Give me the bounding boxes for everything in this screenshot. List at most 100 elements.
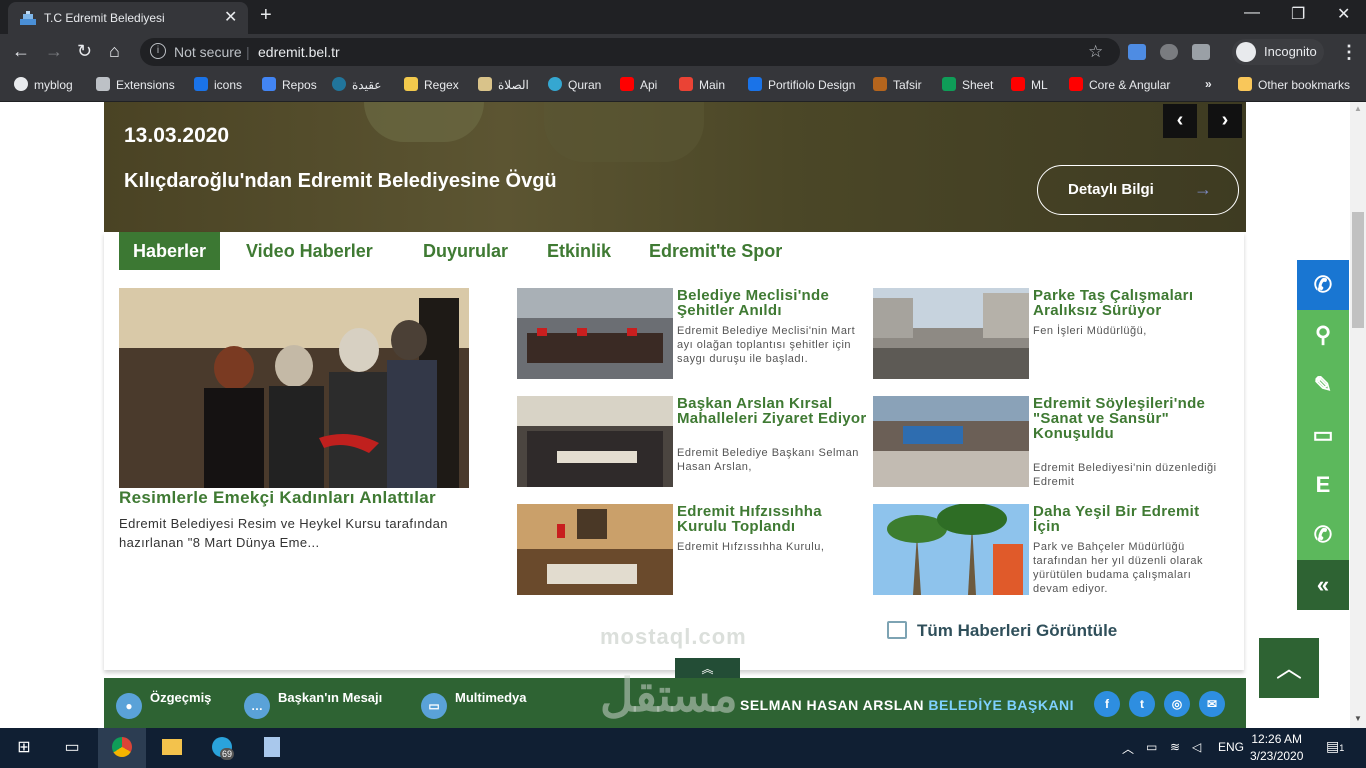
tab-edremit-spor[interactable]: Edremit'te Spor bbox=[649, 232, 782, 270]
new-tab-icon[interactable]: + bbox=[260, 4, 272, 27]
news-item[interactable]: Edremit Söyleşileri'nde "Sanat ve Sansür… bbox=[873, 396, 1223, 488]
scrollbar-thumb[interactable] bbox=[1352, 212, 1364, 328]
minimize-icon[interactable]: — bbox=[1244, 4, 1260, 22]
tab-title: T.C Edremit Belediyesi bbox=[44, 11, 165, 25]
menu-kebab-icon[interactable]: ⋮ bbox=[1340, 42, 1358, 63]
reload-icon[interactable]: ↻ bbox=[77, 41, 92, 62]
back-icon[interactable]: ← bbox=[12, 41, 30, 62]
collapse-sidebar-icon[interactable]: « bbox=[1297, 560, 1349, 610]
bookmark-item[interactable]: Api bbox=[620, 77, 657, 92]
language-indicator[interactable]: ENG bbox=[1218, 740, 1244, 754]
bookmark-item[interactable]: Quran bbox=[548, 77, 601, 92]
ublock-extension-icon[interactable] bbox=[1160, 44, 1178, 60]
detail-button[interactable]: Detaylı Bilgi → bbox=[1037, 165, 1239, 215]
notification-icon[interactable]: ▤1 bbox=[1326, 738, 1344, 755]
search-icon[interactable]: ⚲ bbox=[1297, 310, 1349, 360]
payment-card-icon[interactable]: ▭ bbox=[1297, 410, 1349, 460]
bookmark-item[interactable]: Core & Angular bbox=[1069, 77, 1170, 92]
bookmark-item[interactable]: Tafsir bbox=[873, 77, 922, 92]
bookmark-item[interactable]: Sheet bbox=[942, 77, 993, 92]
show-hidden-icons[interactable]: ︿ bbox=[1122, 740, 1134, 757]
more-bookmarks-button[interactable]: » bbox=[1205, 77, 1212, 91]
featured-news-title[interactable]: Resimlerle Emekçi Kadınları Anlattılar bbox=[119, 488, 436, 508]
bookmark-item[interactable]: myblog bbox=[14, 77, 73, 92]
bookmark-item[interactable]: Extensions bbox=[96, 77, 175, 92]
scroll-up-icon[interactable]: ▲ bbox=[1354, 104, 1362, 113]
e-municipality-icon[interactable]: E bbox=[1297, 460, 1349, 510]
tab-haberler[interactable]: Haberler bbox=[119, 232, 221, 270]
hero-image-detail bbox=[544, 102, 704, 162]
hero-image-detail bbox=[364, 102, 484, 142]
hero-date: 13.03.2020 bbox=[124, 124, 230, 147]
all-news-link[interactable]: Tüm Haberleri Görüntüle bbox=[887, 621, 1117, 641]
facebook-icon[interactable]: f bbox=[1094, 691, 1120, 717]
scroll-down-icon[interactable]: ▼ bbox=[1354, 714, 1362, 723]
incognito-badge[interactable]: Incognito bbox=[1232, 39, 1324, 65]
bookmark-item[interactable]: Repos bbox=[262, 77, 317, 92]
windows-start-icon[interactable]: ⊞ bbox=[0, 728, 48, 768]
news-item[interactable]: Belediye Meclisi'nde Şehitler Anıldı Edr… bbox=[517, 288, 867, 380]
footer-link-multimedya[interactable]: ▭Multimedya bbox=[421, 690, 527, 719]
news-title: Edremit Söyleşileri'nde "Sanat ve Sansür… bbox=[1033, 395, 1206, 442]
bookmark-item[interactable]: الصلاة bbox=[478, 77, 529, 92]
task-view-icon[interactable]: ▭ bbox=[48, 728, 96, 768]
slider-next-button[interactable]: › bbox=[1208, 104, 1242, 138]
tab-video-haberler[interactable]: Video Haberler bbox=[246, 232, 373, 270]
bookmark-item[interactable]: Regex bbox=[404, 77, 459, 92]
extension-icon[interactable] bbox=[1192, 44, 1210, 60]
mayor-name: SELMAN HASAN ARSLAN bbox=[740, 697, 924, 713]
browser-tab[interactable]: T.C Edremit Belediyesi ✕ bbox=[8, 2, 248, 34]
telegram-icon[interactable]: 69 bbox=[198, 728, 246, 768]
volume-icon[interactable]: ◁ bbox=[1192, 740, 1201, 754]
news-title: Parke Taş Çalışmaları Aralıksız Sürüyor bbox=[1033, 287, 1194, 319]
system-clock[interactable]: 12:26 AM 3/23/2020 bbox=[1250, 731, 1303, 765]
forward-icon[interactable]: → bbox=[45, 41, 63, 62]
slider-prev-button[interactable]: ‹ bbox=[1163, 104, 1197, 138]
close-window-icon[interactable]: ✕ bbox=[1337, 4, 1350, 24]
notepad-icon[interactable] bbox=[248, 728, 296, 768]
bookmark-item[interactable]: Portifiolo Design bbox=[748, 77, 855, 92]
tab-duyurular[interactable]: Duyurular bbox=[423, 232, 508, 270]
translate-extension-icon[interactable] bbox=[1128, 44, 1146, 60]
news-item[interactable]: Parke Taş Çalışmaları Aralıksız Sürüyor … bbox=[873, 288, 1223, 380]
news-section: Haberler Video Haberler Duyurular Etkinl… bbox=[104, 232, 1244, 670]
browser-titlebar: T.C Edremit Belediyesi ✕ + — ❐ ✕ bbox=[0, 0, 1366, 34]
bookmark-star-icon[interactable]: ☆ bbox=[1088, 42, 1103, 62]
incognito-icon bbox=[1236, 42, 1256, 62]
info-icon[interactable]: i bbox=[150, 43, 166, 59]
home-icon[interactable]: ⌂ bbox=[109, 41, 120, 62]
bookmark-item[interactable]: عقيدة bbox=[332, 77, 381, 92]
other-bookmarks-folder[interactable]: Other bookmarks bbox=[1238, 77, 1350, 92]
whatsapp-icon[interactable]: ✆ bbox=[1297, 510, 1349, 560]
address-bar[interactable]: i Not secure | edremit.bel.tr ☆ bbox=[140, 38, 1120, 66]
email-icon[interactable]: ✉ bbox=[1199, 691, 1225, 717]
file-explorer-icon[interactable] bbox=[148, 728, 196, 768]
wifi-icon[interactable]: ≋ bbox=[1170, 740, 1180, 754]
footer-link-ozgecmis[interactable]: ●Özgeçmiş bbox=[116, 690, 211, 719]
featured-news-image[interactable] bbox=[119, 288, 469, 488]
restore-icon[interactable]: ❐ bbox=[1291, 4, 1305, 24]
footer-link-mesaj[interactable]: …Başkan'ın Mesajı bbox=[244, 690, 382, 719]
news-thumbnail bbox=[517, 288, 673, 379]
edit-icon[interactable]: ✎ bbox=[1297, 360, 1349, 410]
instagram-icon[interactable]: ◎ bbox=[1164, 691, 1190, 717]
hero-headline[interactable]: Kılıçdaroğlu'ndan Edremit Belediyesine Ö… bbox=[124, 170, 557, 193]
bookmark-item[interactable]: Main bbox=[679, 77, 725, 92]
scroll-top-button[interactable]: ︿ bbox=[1259, 638, 1319, 698]
detail-button-label: Detaylı Bilgi bbox=[1068, 181, 1154, 198]
news-desc: Edremit Hıfzıssıhha Kurulu, bbox=[677, 541, 825, 553]
featured-news-desc: Edremit Belediyesi Resim ve Heykel Kursu… bbox=[119, 516, 448, 550]
news-item[interactable]: Başkan Arslan Kırsal Mahalleleri Ziyaret… bbox=[517, 396, 867, 488]
bookmark-item[interactable]: icons bbox=[194, 77, 242, 92]
news-item[interactable]: Edremit Hıfzıssıhha Kurulu Toplandı Edre… bbox=[517, 504, 867, 596]
favicon-icon bbox=[20, 11, 36, 25]
page-scrollbar[interactable]: ▲ ▼ bbox=[1350, 102, 1366, 728]
twitter-icon[interactable]: t bbox=[1129, 691, 1155, 717]
chrome-taskbar-icon[interactable] bbox=[98, 728, 146, 768]
phone-icon[interactable]: ✆ bbox=[1297, 260, 1349, 310]
bookmark-item[interactable]: ML bbox=[1011, 77, 1048, 92]
tab-etkinlik[interactable]: Etkinlik bbox=[547, 232, 611, 270]
news-item[interactable]: Daha Yeşil Bir Edremit İçin Park ve Bahç… bbox=[873, 504, 1223, 596]
battery-icon[interactable]: ▭ bbox=[1146, 740, 1157, 754]
close-tab-icon[interactable]: ✕ bbox=[224, 7, 237, 27]
